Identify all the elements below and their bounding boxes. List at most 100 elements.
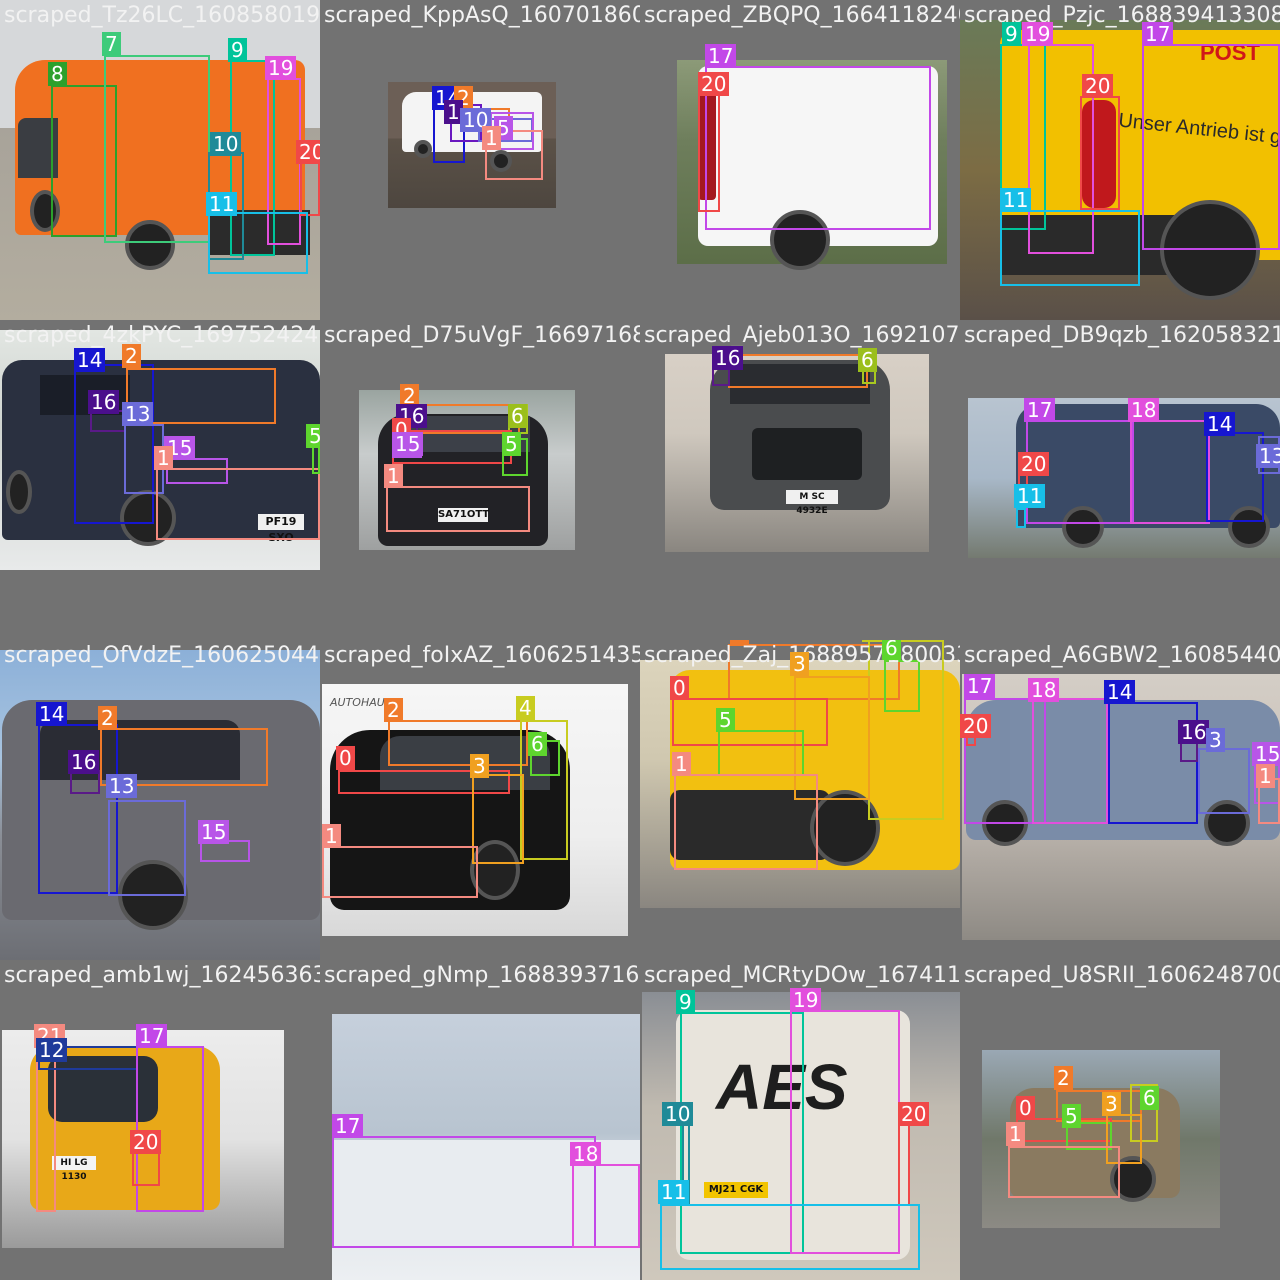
box-label: 20: [698, 72, 730, 96]
mosaic-tile[interactable]: 17 18 scraped_gNmp_1688393716101.jpg: [320, 960, 640, 1280]
bounding-box[interactable]: [156, 468, 320, 540]
box-label: 2: [384, 698, 403, 722]
van-grille: [752, 428, 862, 480]
mosaic-tile[interactable]: AES MJ21 CGK 9 19 10 20 11 scraped_MCRty…: [640, 960, 960, 1280]
mosaic-tile[interactable]: M SC 4932E 16 6 scraped_Ajeb013O_1692107…: [640, 320, 960, 640]
box-label: 17: [1142, 22, 1174, 46]
bounding-box[interactable]: [674, 774, 818, 870]
box-label: 0: [1016, 1096, 1035, 1120]
box-label: 20: [960, 714, 992, 738]
bounding-box[interactable]: [208, 212, 308, 274]
box-label: 2: [1054, 1066, 1073, 1090]
mosaic-grid: 8 7 9 19 10 20 11 scraped_Tz26LC_1608580…: [0, 0, 1280, 1280]
image-filename: scraped_A6GBW2_1608544000001.jpg: [964, 643, 1280, 668]
box-label: 9: [1002, 22, 1021, 46]
bounding-box[interactable]: [660, 1204, 920, 1270]
bounding-box[interactable]: [108, 800, 186, 896]
bounding-box[interactable]: [1142, 44, 1280, 250]
dealer-logo: AUTOHAUS: [330, 696, 392, 709]
box-label: 0: [336, 746, 355, 770]
mosaic-tile[interactable]: 17 20 scraped_ZBQPQ_1664118240373.jpg: [640, 0, 960, 320]
wheel: [414, 140, 432, 158]
bounding-box[interactable]: [728, 354, 868, 388]
bounding-box[interactable]: [472, 774, 524, 864]
box-label: 1: [672, 752, 691, 776]
box-label: 5: [502, 432, 521, 456]
bounding-box[interactable]: [898, 1120, 910, 1206]
image-filename: scraped_foIxAZ_1606251435598.jpg: [324, 643, 640, 668]
mosaic-tile[interactable]: 17 18 14 13 20 11 scraped_DB9qzb_1620583…: [960, 320, 1280, 640]
mosaic-tile[interactable]: 14 2 1 10 5 1 scraped_KppAsQ_16070186001…: [320, 0, 640, 320]
box-label: 12: [36, 1038, 68, 1062]
box-label: 1: [384, 464, 403, 488]
bounding-box[interactable]: [1008, 1146, 1120, 1198]
box-label: 11: [1000, 188, 1032, 212]
mosaic-tile[interactable]: 2 4 6 3 0 5 1 scraped_Zaj_1688957180033.…: [640, 640, 960, 960]
box-label: 19: [790, 988, 822, 1012]
bounding-box[interactable]: [136, 1046, 204, 1212]
image-filename: scraped_U8SRII_1606248700000.jpg: [964, 963, 1280, 988]
bounding-box[interactable]: [322, 846, 478, 898]
image-filename: scraped_Tz26LC_1608580193342.jpg: [4, 3, 320, 28]
box-label: 15: [392, 432, 424, 456]
box-label: 1: [1256, 764, 1275, 788]
box-label: 14: [74, 348, 106, 372]
box-label: 6: [528, 732, 547, 756]
bounding-box[interactable]: [1198, 748, 1250, 814]
license-plate: HI LG 1130: [52, 1156, 96, 1182]
box-label: 9: [228, 38, 247, 62]
bounding-box[interactable]: [572, 1164, 640, 1248]
bounding-box[interactable]: [718, 730, 804, 776]
box-label: 14: [1204, 412, 1236, 436]
bounding-box[interactable]: [1000, 210, 1140, 286]
box-label: 3: [1102, 1092, 1121, 1116]
box-label: 8: [48, 62, 67, 86]
bounding-box[interactable]: [705, 66, 931, 230]
mosaic-tile[interactable]: HI LG 1130 21 12 17 20 scraped_amb1wj_16…: [0, 960, 320, 1280]
box-label: 2: [730, 640, 749, 644]
box-label: 11: [1014, 484, 1046, 508]
box-label: 3: [470, 754, 489, 778]
box-label: 14: [36, 702, 68, 726]
bounding-box[interactable]: [36, 1048, 56, 1212]
box-label: 3: [1206, 728, 1225, 752]
box-label: 7: [102, 32, 121, 56]
mosaic-tile[interactable]: AUTOHAUS 2 4 0 6 3 1 scraped_foIxAZ_1606…: [320, 640, 640, 960]
bounding-box[interactable]: [1032, 698, 1108, 824]
image-filename: scraped_ZBQPQ_1664118240373.jpg: [644, 3, 960, 28]
bounding-box[interactable]: [388, 720, 528, 766]
mosaic-tile[interactable]: 8 7 9 19 10 20 11 scraped_Tz26LC_1608580…: [0, 0, 320, 320]
mosaic-tile[interactable]: 2 6 0 5 3 1 scraped_U8SRII_1606248700000…: [960, 960, 1280, 1280]
image-filename: scraped_D75uVgF_1669716813319.jpg: [324, 323, 640, 348]
box-label: 15: [198, 820, 230, 844]
box-label: 0: [670, 676, 689, 700]
image-filename: scraped_amb1wj_1624563637462.jpg: [4, 963, 320, 988]
image-filename: scraped_OfVdzE_1606250443892.jpg: [4, 643, 320, 668]
box-label: 17: [964, 674, 996, 698]
box-label: 16: [1178, 720, 1210, 744]
image-filename: scraped_4zkPYC_1697524241971.jpg: [4, 323, 320, 348]
bounding-box[interactable]: [1130, 420, 1210, 524]
bounding-box[interactable]: [104, 55, 210, 243]
bounding-box[interactable]: [1016, 508, 1026, 528]
mosaic-tile[interactable]: POST Unser Antrieb ist g 9 19 17 20 11 s…: [960, 0, 1280, 320]
box-label: 1: [322, 824, 341, 848]
image-filename: scraped_Ajeb013O_1692107838322.jpg: [644, 323, 960, 348]
bounding-box[interactable]: [332, 1136, 596, 1248]
box-label: 20: [1018, 452, 1050, 476]
box-label: 4: [516, 696, 535, 720]
bounding-box[interactable]: [698, 92, 720, 212]
box-label: 19: [265, 56, 297, 80]
bounding-box[interactable]: [386, 486, 530, 532]
mosaic-tile[interactable]: 17 18 14 20 16 3 15 1 scraped_A6GBW2_160…: [960, 640, 1280, 960]
bounding-box[interactable]: [300, 162, 320, 216]
box-label: 3: [790, 652, 809, 676]
bounding-box[interactable]: [1080, 96, 1120, 210]
box-label: 11: [206, 192, 238, 216]
box-label: 2: [122, 344, 141, 368]
mosaic-tile[interactable]: 14 2 16 13 15 scraped_OfVdzE_16062504438…: [0, 640, 320, 960]
image-filename: scraped_KppAsQ_1607018600156.jpg: [324, 3, 640, 28]
box-label: 17: [332, 1114, 364, 1138]
mosaic-tile[interactable]: SA71OTT 2 16 6 0 15 5 1 scraped_D75uVgF_…: [320, 320, 640, 640]
mosaic-tile[interactable]: PF19 SXO 14 2 16 13 15 1 5 scraped_4zkPY…: [0, 320, 320, 640]
